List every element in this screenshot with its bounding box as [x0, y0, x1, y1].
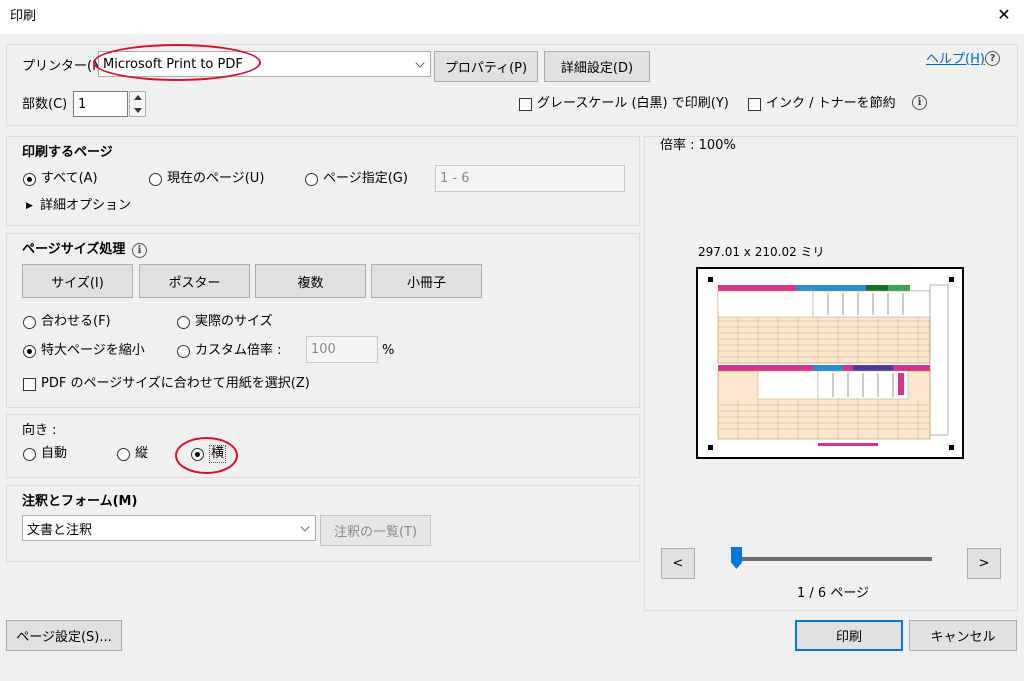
pages-range-radio[interactable]: [305, 173, 318, 186]
fit-label[interactable]: 合わせる(F): [41, 313, 111, 331]
copies-spinner[interactable]: [129, 91, 146, 117]
printer-selected: Microsoft Print to PDF: [103, 56, 243, 72]
pages-title: 印刷するページ: [22, 145, 113, 160]
save-ink-label[interactable]: インク / トナーを節約: [766, 95, 896, 113]
orientation-title: 向き :: [22, 423, 57, 438]
page-indicator: 1 / 6 ページ: [797, 586, 870, 601]
window-title: 印刷: [10, 9, 37, 24]
comments-title: 注釈とフォーム(M): [22, 494, 138, 509]
save-ink-checkbox[interactable]: [748, 98, 761, 111]
orientation-portrait-label[interactable]: 縦: [135, 445, 148, 463]
help-icon[interactable]: ?: [985, 51, 1000, 66]
pages-range-input[interactable]: 1 - 6: [435, 165, 625, 192]
next-page-button[interactable]: >: [967, 548, 1001, 579]
multiple-button[interactable]: 複数: [255, 264, 366, 298]
grayscale-label[interactable]: グレースケール (白黒) で印刷(Y): [537, 95, 729, 113]
custom-scale-label[interactable]: カスタム倍率 :: [195, 342, 282, 360]
percent-label: %: [382, 343, 395, 358]
fit-radio[interactable]: [23, 316, 36, 329]
page-preview: [696, 267, 964, 459]
page-sizing-title: ページサイズ処理: [22, 242, 126, 257]
prev-page-button[interactable]: <: [661, 548, 695, 579]
actual-size-label[interactable]: 実際のサイズ: [195, 313, 273, 331]
info-icon[interactable]: i: [912, 95, 927, 110]
orientation-landscape-radio[interactable]: [191, 448, 204, 461]
title-bar: 印刷 ✕: [0, 0, 1024, 34]
orientation-auto-label[interactable]: 自動: [41, 445, 67, 463]
size-button[interactable]: サイズ(I): [22, 264, 133, 298]
shrink-label[interactable]: 特大ページを縮小: [41, 342, 145, 360]
comments-select[interactable]: 文書と注釈: [22, 515, 316, 541]
more-options-link[interactable]: 詳細オプション: [40, 197, 131, 215]
pdf-paper-label[interactable]: PDF のページサイズに合わせて用紙を選択(Z): [41, 375, 310, 393]
close-icon[interactable]: ✕: [994, 5, 1014, 27]
pages-all-label[interactable]: すべて(A): [41, 170, 98, 188]
shrink-radio[interactable]: [23, 345, 36, 358]
orientation-landscape-label[interactable]: 横: [209, 445, 227, 463]
expand-triangle-icon[interactable]: ▶: [26, 197, 33, 215]
pages-current-label[interactable]: 現在のページ(U): [167, 170, 264, 188]
custom-scale-radio[interactable]: [177, 345, 190, 358]
help-link[interactable]: ヘルプ(H): [926, 51, 985, 69]
pdf-paper-checkbox[interactable]: [23, 378, 36, 391]
poster-button[interactable]: ポスター: [139, 264, 250, 298]
page-sizing-info-icon[interactable]: i: [132, 243, 147, 258]
pages-range-label[interactable]: ページ指定(G): [323, 170, 408, 188]
spinner-up-icon[interactable]: [134, 95, 142, 100]
pages-current-radio[interactable]: [149, 173, 162, 186]
spinner-down-icon[interactable]: [134, 108, 142, 113]
properties-button[interactable]: プロパティ(P): [434, 51, 538, 82]
chevron-down-icon: [415, 58, 425, 68]
actual-size-radio[interactable]: [177, 316, 190, 329]
booklet-button[interactable]: 小冊子: [371, 264, 482, 298]
advanced-button[interactable]: 詳細設定(D): [544, 51, 650, 82]
comments-selected: 文書と注釈: [27, 522, 93, 538]
copies-label: 部数(C) :: [22, 97, 76, 112]
chevron-down-icon: [300, 522, 310, 532]
printer-select[interactable]: Microsoft Print to PDF: [98, 51, 431, 77]
zoom-label: 倍率 : 100%: [660, 138, 736, 153]
page-setup-button[interactable]: ページ設定(S)...: [6, 620, 122, 651]
page-size-label: 297.01 x 210.02 ミリ: [698, 245, 825, 259]
orientation-panel: [6, 414, 640, 478]
grayscale-checkbox[interactable]: [519, 98, 532, 111]
copies-input[interactable]: 1: [73, 91, 128, 117]
summarize-comments-button[interactable]: 注釈の一覧(T): [320, 515, 431, 546]
cancel-button[interactable]: キャンセル: [909, 620, 1017, 651]
preview-form-image: [708, 277, 954, 450]
print-button[interactable]: 印刷: [795, 620, 903, 651]
page-slider-track[interactable]: [736, 557, 932, 561]
pages-all-radio[interactable]: [23, 173, 36, 186]
orientation-portrait-radio[interactable]: [117, 448, 130, 461]
orientation-auto-radio[interactable]: [23, 448, 36, 461]
custom-scale-input[interactable]: 100: [306, 336, 378, 363]
